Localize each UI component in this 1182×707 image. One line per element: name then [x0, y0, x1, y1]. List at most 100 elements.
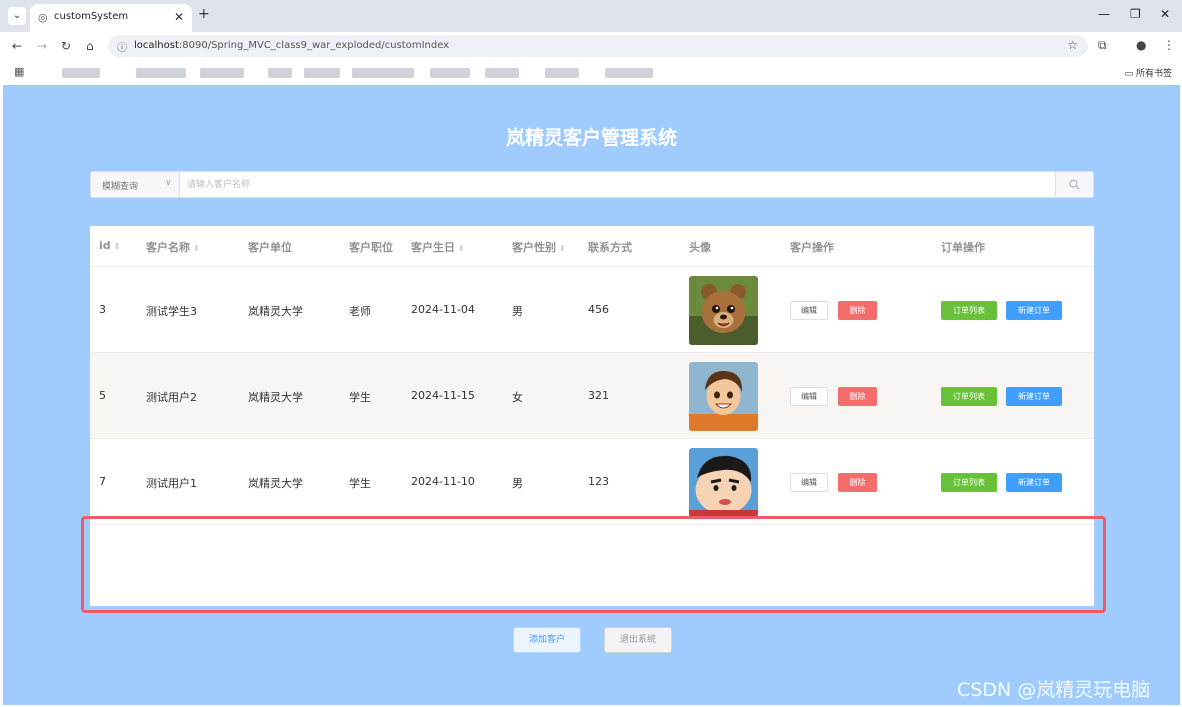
order-list-button[interactable]: 订单列表: [941, 473, 997, 492]
header-customer-ops: 客户操作: [790, 241, 834, 254]
tab-search-menu-icon[interactable]: ⌄: [8, 7, 26, 25]
search-mode-value: 模糊查询: [102, 182, 139, 192]
search-bar: 模糊查询 ∨: [90, 171, 1094, 198]
cell-contact: 456: [588, 303, 609, 316]
search-button[interactable]: [1055, 172, 1093, 197]
bookmark-star-icon[interactable]: ☆: [1067, 38, 1078, 52]
blurred-bookmark[interactable]: [200, 68, 244, 78]
header-avatar: 头像: [689, 241, 711, 254]
delete-button[interactable]: 删除: [838, 387, 877, 406]
address-bar-row: ← → ↻ ⌂ ⓘ localhost:8090/Spring_MVC_clas…: [0, 32, 1182, 60]
search-mode-select[interactable]: 模糊查询 ∨: [91, 172, 180, 197]
watermark: CSDN @岚精灵玩电脑: [957, 679, 1151, 701]
edit-button[interactable]: 编辑: [790, 301, 828, 320]
apps-icon[interactable]: ▦: [14, 65, 24, 78]
cell-birthday: 2024-11-10: [411, 475, 475, 488]
cell-gender: 男: [512, 305, 523, 318]
cell-position: 学生: [349, 391, 371, 404]
cell-gender: 男: [512, 477, 523, 490]
cell-position: 老师: [349, 305, 371, 318]
new-order-button[interactable]: 新建订单: [1006, 301, 1062, 320]
boy-avatar: [689, 362, 758, 431]
folder-icon: ▭: [1124, 69, 1136, 79]
back-icon[interactable]: ←: [12, 39, 22, 53]
cell-gender: 女: [512, 391, 523, 404]
bookmarks-bar: ▦ ▭ 所有书签: [0, 60, 1182, 85]
cell-name: 测试学生3: [146, 305, 197, 318]
cell-position: 学生: [349, 477, 371, 490]
home-icon[interactable]: ⌂: [86, 39, 94, 53]
cell-id: 5: [99, 389, 106, 402]
cell-contact: 321: [588, 389, 609, 402]
window-close-icon[interactable]: ✕: [1160, 7, 1170, 21]
url-field[interactable]: ⓘ localhost:8090/Spring_MVC_class9_war_e…: [108, 35, 1088, 57]
sort-icon[interactable]: ⇕: [559, 244, 566, 253]
menu-icon[interactable]: ⋮: [1163, 38, 1175, 52]
cell-company: 岚精灵大学: [248, 305, 303, 318]
new-order-button[interactable]: 新建订单: [1006, 473, 1062, 492]
cell-birthday: 2024-11-04: [411, 303, 475, 316]
forward-icon[interactable]: →: [37, 39, 47, 53]
edit-button[interactable]: 编辑: [790, 387, 828, 406]
bear-avatar: [689, 276, 758, 345]
new-order-button[interactable]: 新建订单: [1006, 387, 1062, 406]
search-input[interactable]: [187, 175, 1037, 194]
delete-button[interactable]: 删除: [838, 473, 877, 492]
cartoon-avatar: [689, 448, 758, 517]
header-position: 客户职位: [349, 241, 393, 254]
cell-birthday: 2024-11-15: [411, 389, 475, 402]
blurred-bookmark[interactable]: [430, 68, 470, 78]
header-birthday[interactable]: 客户生日 ⇕: [411, 239, 465, 255]
cell-contact: 123: [588, 475, 609, 488]
restore-icon[interactable]: ❐: [1130, 7, 1141, 21]
blurred-bookmark[interactable]: [304, 68, 340, 78]
cell-id: 3: [99, 303, 106, 316]
table-row: 7 测试用户1 岚精灵大学 学生 2024-11-10 男 123 编辑 删除 …: [90, 439, 1094, 525]
blurred-bookmark[interactable]: [62, 68, 100, 78]
profile-icon[interactable]: ●: [1136, 38, 1146, 52]
sort-icon[interactable]: ⇕: [193, 244, 200, 253]
delete-button[interactable]: 删除: [838, 301, 877, 320]
cell-company: 岚精灵大学: [248, 477, 303, 490]
blurred-bookmark[interactable]: [352, 68, 414, 78]
blurred-bookmark[interactable]: [605, 68, 653, 78]
edit-button[interactable]: 编辑: [790, 473, 828, 492]
blurred-bookmark[interactable]: [485, 68, 519, 78]
blurred-bookmark[interactable]: [545, 68, 579, 78]
header-contact: 联系方式: [588, 241, 632, 254]
sort-icon[interactable]: ⇕: [458, 244, 465, 253]
page-title: 岚精灵客户管理系统: [505, 127, 677, 149]
cell-name: 测试用户2: [146, 391, 197, 404]
cell-name: 测试用户1: [146, 477, 197, 490]
reload-icon[interactable]: ↻: [61, 39, 71, 53]
search-icon: [1069, 179, 1080, 190]
all-bookmarks[interactable]: ▭ 所有书签: [1125, 66, 1172, 79]
blurred-bookmark[interactable]: [268, 68, 292, 78]
add-customer-button[interactable]: 添加客户: [513, 627, 581, 653]
header-id[interactable]: id ⇕: [99, 239, 120, 252]
header-name[interactable]: 客户名称 ⇕: [146, 239, 200, 255]
order-list-button[interactable]: 订单列表: [941, 301, 997, 320]
sort-icon[interactable]: ⇕: [114, 242, 121, 251]
tab-title: customSystem: [54, 11, 129, 22]
extensions-icon[interactable]: ⧉: [1098, 38, 1107, 53]
header-gender[interactable]: 客户性别 ⇕: [512, 239, 566, 255]
url-text: localhost:8090/Spring_MVC_class9_war_exp…: [134, 40, 450, 51]
order-list-button[interactable]: 订单列表: [941, 387, 997, 406]
header-order-ops: 订单操作: [941, 241, 985, 254]
cell-id: 7: [99, 475, 106, 488]
minimize-icon[interactable]: —: [1098, 7, 1110, 21]
exit-system-button[interactable]: 退出系统: [604, 627, 672, 653]
globe-icon: ◎: [38, 11, 48, 24]
new-tab-icon[interactable]: +: [198, 6, 210, 22]
chevron-down-icon: ∨: [165, 178, 172, 188]
table-row: 5 测试用户2 岚精灵大学 学生 2024-11-15 女 321 编辑 删除: [90, 353, 1094, 439]
table-header: id ⇕ 客户名称 ⇕ 客户单位 客户职位 客户生日 ⇕ 客户性别 ⇕ 联系方式 头像 …: [90, 226, 1094, 267]
close-tab-icon[interactable]: ✕: [174, 10, 184, 24]
site-info-icon[interactable]: ⓘ: [117, 39, 127, 54]
highlight-box: [81, 516, 1106, 613]
cell-company: 岚精灵大学: [248, 391, 303, 404]
blurred-bookmark[interactable]: [136, 68, 186, 78]
header-company: 客户单位: [248, 241, 292, 254]
browser-tab[interactable]: ◎ customSystem ✕: [30, 4, 192, 32]
